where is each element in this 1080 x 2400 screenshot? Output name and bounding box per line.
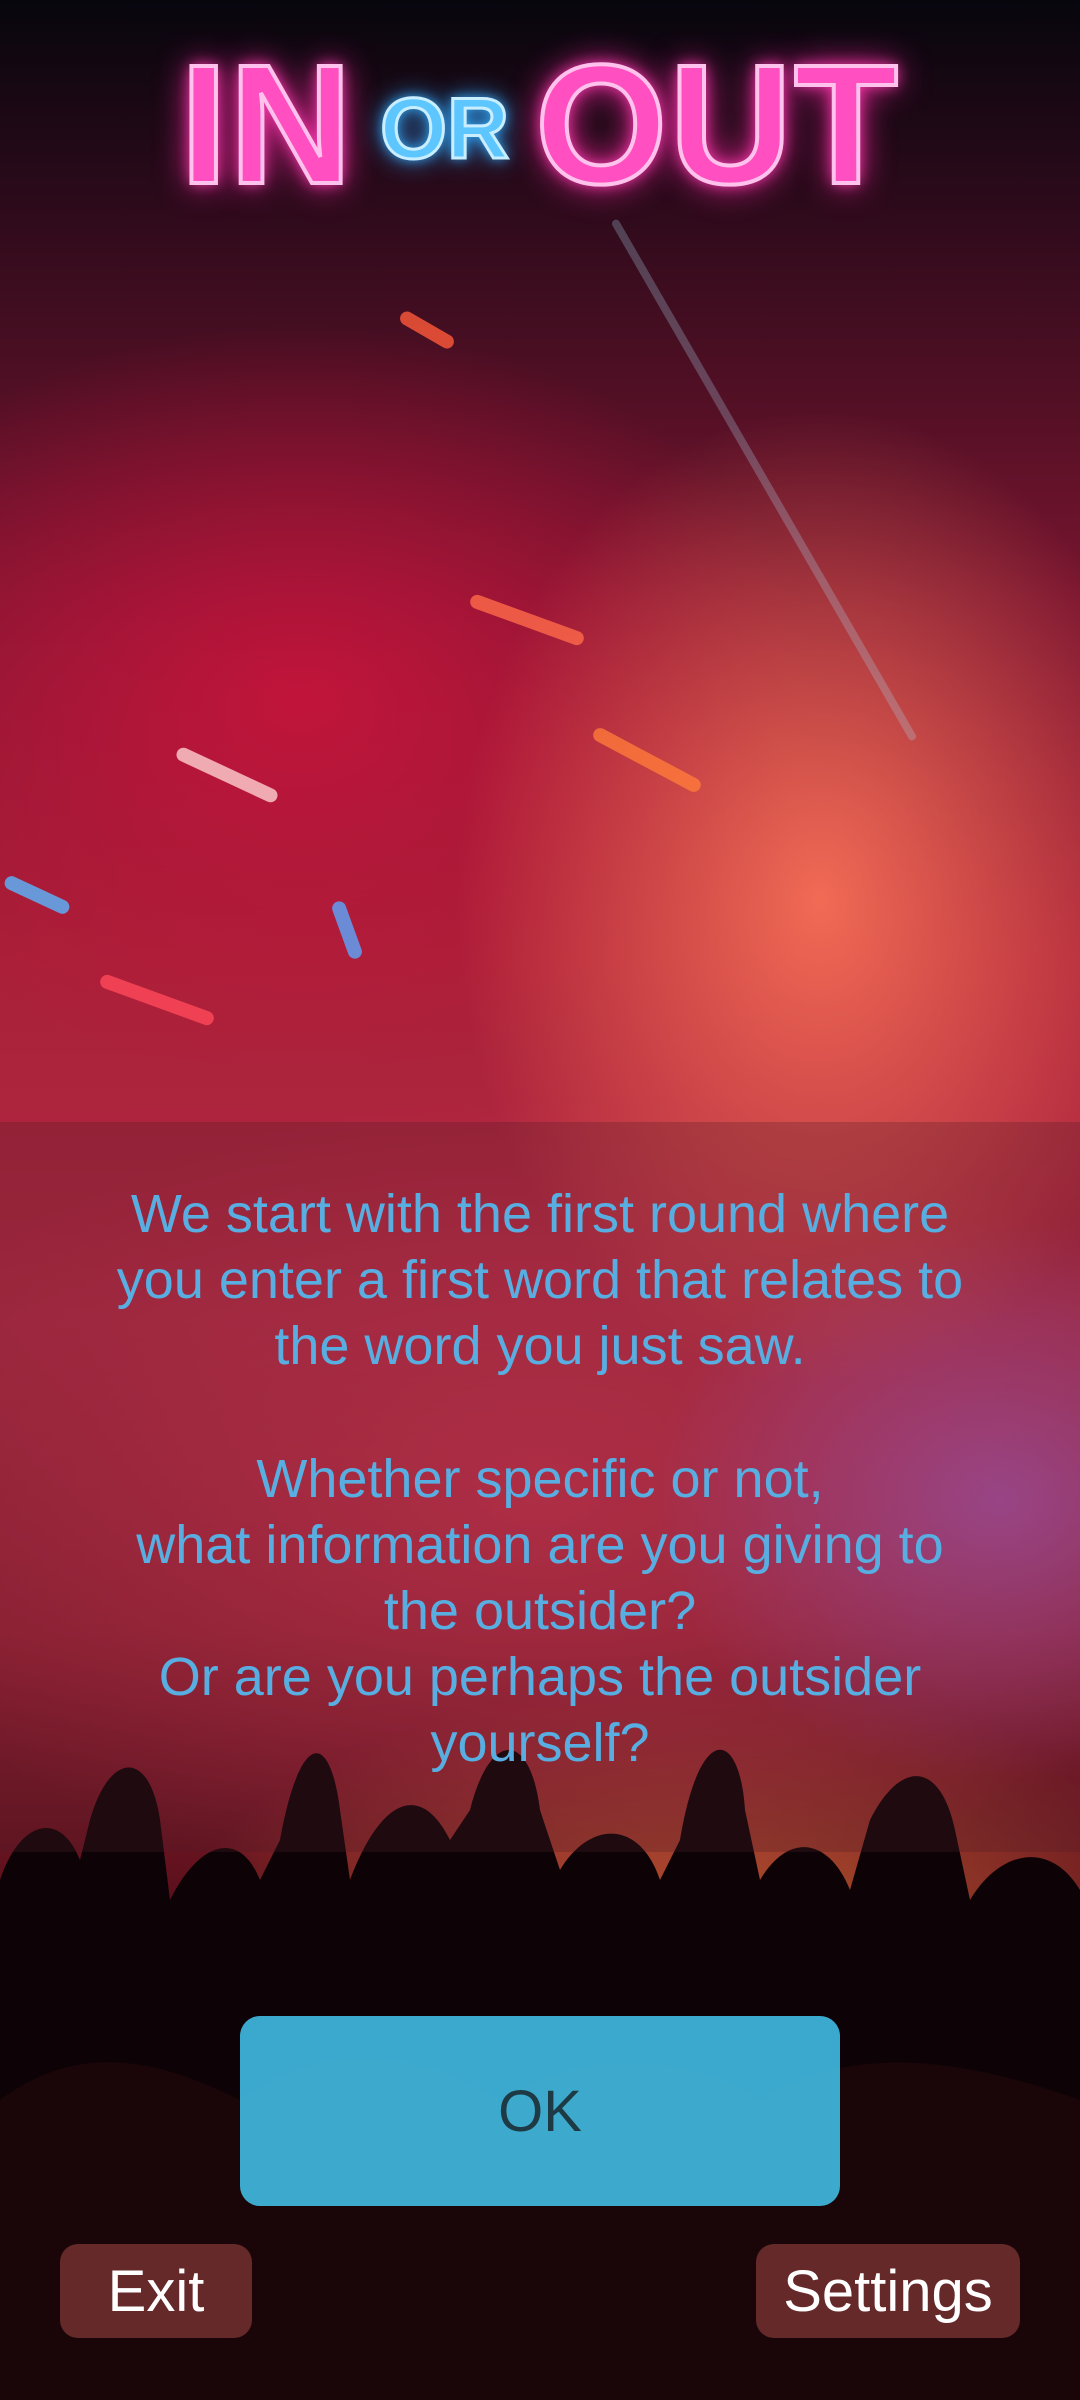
ok-button[interactable]: OK: [240, 2016, 840, 2206]
light-streak: [468, 592, 586, 648]
light-streak: [98, 972, 216, 1028]
exit-button[interactable]: Exit: [60, 2244, 252, 2338]
message-line: Or are you perhaps the outsider: [158, 1647, 922, 1707]
light-streak: [590, 725, 704, 795]
settings-button[interactable]: Settings: [756, 2244, 1020, 2338]
message-line: the outsider?: [383, 1581, 697, 1641]
message-line: you enter a first word that relates to: [116, 1250, 964, 1310]
title-or: OR: [379, 81, 511, 177]
light-streak: [610, 218, 918, 742]
title-out: OUT: [533, 30, 900, 220]
message-line: what information are you giving to: [136, 1515, 944, 1575]
instruction-paragraph-1: We start with the first round where you …: [60, 1181, 1020, 1379]
instruction-paragraph-2: Whether specific or not, what informatio…: [60, 1446, 1020, 1776]
light-streak: [330, 899, 364, 961]
game-title-logo: IN OR OUT: [0, 30, 1080, 220]
light-streak: [397, 308, 457, 352]
title-in: IN: [178, 30, 355, 220]
message-line: Whether specific or not,: [256, 1449, 824, 1509]
message-line: the word you just saw.: [274, 1316, 806, 1376]
light-streak: [174, 745, 280, 805]
light-streak: [2, 873, 72, 917]
message-line: yourself?: [430, 1713, 650, 1773]
message-line: We start with the first round where: [130, 1184, 950, 1244]
